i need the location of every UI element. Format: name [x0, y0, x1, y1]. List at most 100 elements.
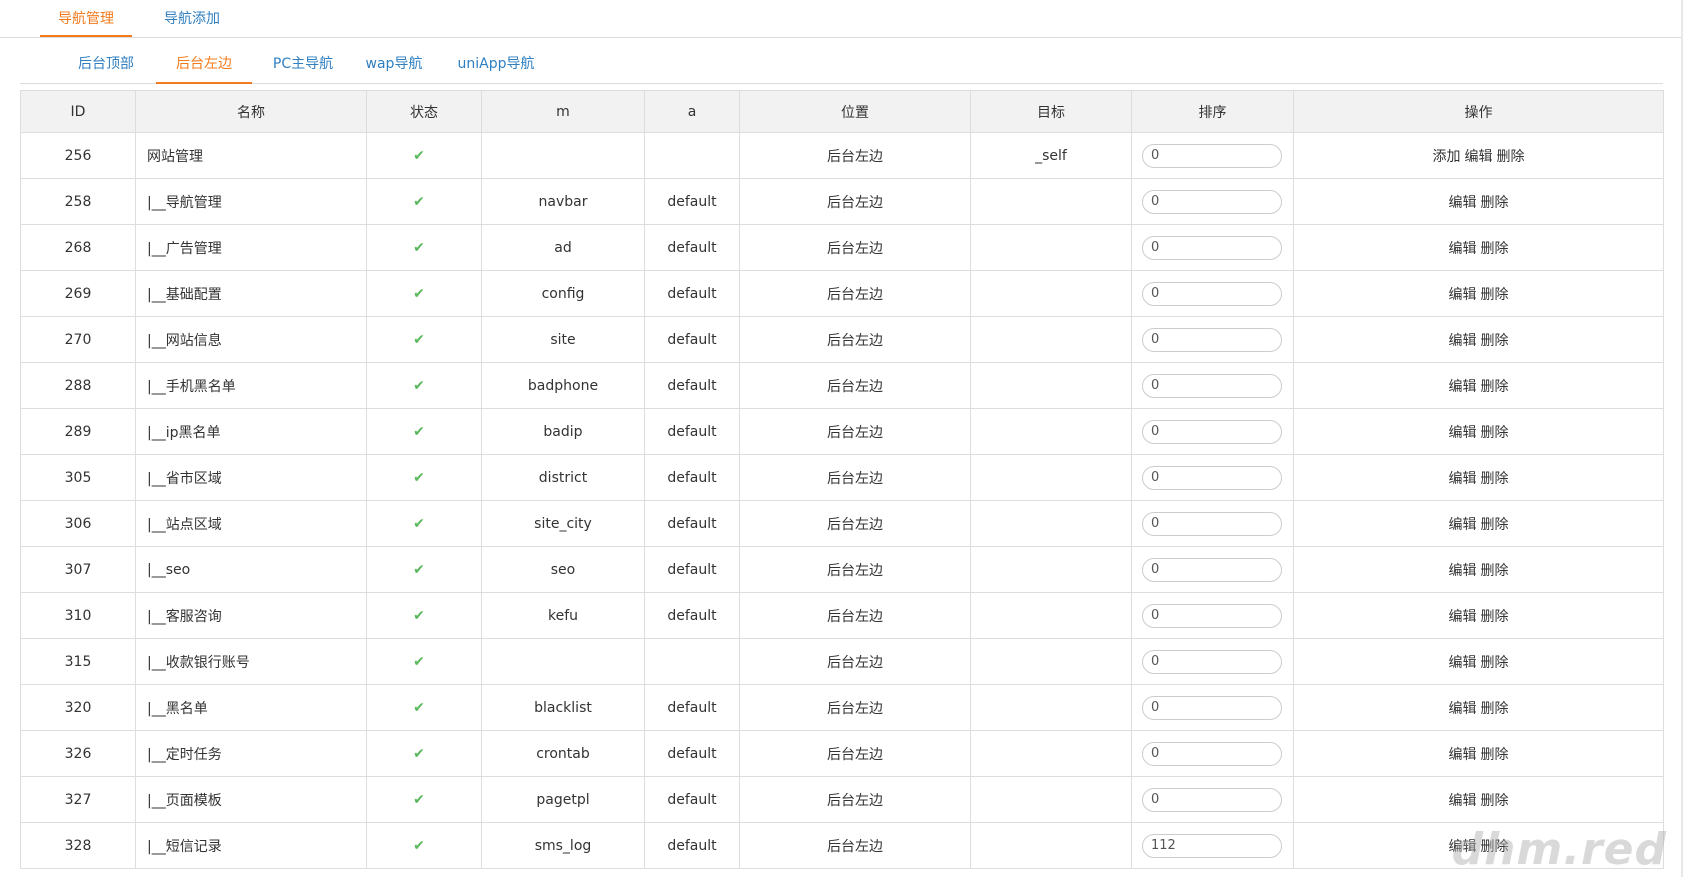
- sort-input[interactable]: [1142, 143, 1282, 168]
- cell-status: ✔: [366, 776, 482, 823]
- cell-status: ✔: [366, 362, 482, 409]
- delete-link[interactable]: 删除: [1497, 149, 1525, 165]
- cell-sort: [1131, 776, 1294, 823]
- cell-m: site_city: [481, 500, 645, 547]
- cell-m: [481, 638, 645, 685]
- sort-input[interactable]: [1142, 511, 1282, 536]
- sort-input[interactable]: [1142, 465, 1282, 490]
- check-icon[interactable]: ✔: [413, 332, 425, 348]
- delete-link[interactable]: 删除: [1481, 793, 1509, 809]
- sort-input[interactable]: [1142, 189, 1282, 214]
- cell-name: |__ip黑名单: [135, 408, 367, 455]
- sub-tab-bar: 后台顶部 后台左边 PC主导航 wap导航 uniApp导航: [20, 48, 1663, 84]
- cell-a: default: [644, 546, 740, 593]
- cell-m: site: [481, 316, 645, 363]
- check-icon[interactable]: ✔: [413, 746, 425, 762]
- tab-nav-manage[interactable]: 导航管理: [40, 0, 132, 37]
- delete-link[interactable]: 删除: [1481, 563, 1509, 579]
- cell-position: 后台左边: [739, 822, 971, 869]
- delete-link[interactable]: 删除: [1481, 379, 1509, 395]
- edit-link[interactable]: 编辑: [1449, 379, 1477, 395]
- sort-input[interactable]: [1142, 557, 1282, 582]
- check-icon[interactable]: ✔: [413, 194, 425, 210]
- cell-status: ✔: [366, 316, 482, 363]
- edit-link[interactable]: 编辑: [1449, 195, 1477, 211]
- tab-nav-add[interactable]: 导航添加: [148, 0, 236, 38]
- delete-link[interactable]: 删除: [1481, 471, 1509, 487]
- delete-link[interactable]: 删除: [1481, 241, 1509, 257]
- sub-tab-pc-main[interactable]: PC主导航: [268, 48, 338, 84]
- check-icon[interactable]: ✔: [413, 562, 425, 578]
- delete-link[interactable]: 删除: [1481, 655, 1509, 671]
- edit-link[interactable]: 编辑: [1449, 517, 1477, 533]
- edit-link[interactable]: 编辑: [1449, 333, 1477, 349]
- delete-link[interactable]: 删除: [1481, 701, 1509, 717]
- check-icon[interactable]: ✔: [413, 792, 425, 808]
- sort-input[interactable]: [1142, 373, 1282, 398]
- edit-link[interactable]: 编辑: [1449, 563, 1477, 579]
- cell-status: ✔: [366, 592, 482, 639]
- cell-target: [970, 178, 1132, 225]
- delete-link[interactable]: 删除: [1481, 517, 1509, 533]
- cell-m: sms_log: [481, 822, 645, 869]
- cell-a: default: [644, 224, 740, 271]
- sort-input[interactable]: [1142, 649, 1282, 674]
- cell-m: kefu: [481, 592, 645, 639]
- cell-m: district: [481, 454, 645, 501]
- sort-input[interactable]: [1142, 603, 1282, 628]
- edit-link[interactable]: 编辑: [1449, 839, 1477, 855]
- sort-input[interactable]: [1142, 787, 1282, 812]
- check-icon[interactable]: ✔: [413, 608, 425, 624]
- delete-link[interactable]: 删除: [1481, 747, 1509, 763]
- check-icon[interactable]: ✔: [413, 424, 425, 440]
- edit-link[interactable]: 编辑: [1449, 471, 1477, 487]
- check-icon[interactable]: ✔: [413, 470, 425, 486]
- edit-link[interactable]: 编辑: [1449, 425, 1477, 441]
- check-icon[interactable]: ✔: [413, 378, 425, 394]
- sub-tab-admin-left[interactable]: 后台左边: [156, 48, 252, 84]
- delete-link[interactable]: 删除: [1481, 195, 1509, 211]
- sort-input[interactable]: [1142, 281, 1282, 306]
- edit-link[interactable]: 编辑: [1449, 609, 1477, 625]
- add-link[interactable]: 添加: [1433, 149, 1461, 165]
- sort-input[interactable]: [1142, 327, 1282, 352]
- edit-link[interactable]: 编辑: [1449, 241, 1477, 257]
- sort-input[interactable]: [1142, 235, 1282, 260]
- cell-m: ad: [481, 224, 645, 271]
- cell-sort: [1131, 638, 1294, 685]
- sort-input[interactable]: [1142, 419, 1282, 444]
- delete-link[interactable]: 删除: [1481, 287, 1509, 303]
- cell-a: default: [644, 362, 740, 409]
- table-header-row: ID 名称 状态 m a 位置 目标 排序 操作: [20, 90, 1664, 133]
- sort-input[interactable]: [1142, 695, 1282, 720]
- table-row: 305|__省市区域 ✔ districtdefault后台左边 编辑删除: [20, 454, 1664, 501]
- edit-link[interactable]: 编辑: [1449, 287, 1477, 303]
- cell-position: 后台左边: [739, 270, 971, 317]
- check-icon[interactable]: ✔: [413, 148, 425, 164]
- check-icon[interactable]: ✔: [413, 700, 425, 716]
- sub-tab-admin-top[interactable]: 后台顶部: [72, 48, 140, 84]
- check-icon[interactable]: ✔: [413, 838, 425, 854]
- delete-link[interactable]: 删除: [1481, 425, 1509, 441]
- cell-position: 后台左边: [739, 592, 971, 639]
- edit-link[interactable]: 编辑: [1465, 149, 1493, 165]
- check-icon[interactable]: ✔: [413, 286, 425, 302]
- check-icon[interactable]: ✔: [413, 240, 425, 256]
- top-tab-bar: 导航管理 导航添加: [0, 0, 1683, 38]
- delete-link[interactable]: 删除: [1481, 609, 1509, 625]
- sub-tab-wap[interactable]: wap导航: [364, 48, 424, 84]
- edit-link[interactable]: 编辑: [1449, 747, 1477, 763]
- check-icon[interactable]: ✔: [413, 654, 425, 670]
- sort-input[interactable]: [1142, 833, 1282, 858]
- sub-tab-uniapp[interactable]: uniApp导航: [454, 48, 538, 84]
- edit-link[interactable]: 编辑: [1449, 701, 1477, 717]
- edit-link[interactable]: 编辑: [1449, 655, 1477, 671]
- delete-link[interactable]: 删除: [1481, 839, 1509, 855]
- sort-input[interactable]: [1142, 741, 1282, 766]
- check-icon[interactable]: ✔: [413, 516, 425, 532]
- cell-id: 288: [20, 362, 136, 409]
- edit-link[interactable]: 编辑: [1449, 793, 1477, 809]
- cell-status: ✔: [366, 178, 482, 225]
- cell-name: |__站点区域: [135, 500, 367, 547]
- delete-link[interactable]: 删除: [1481, 333, 1509, 349]
